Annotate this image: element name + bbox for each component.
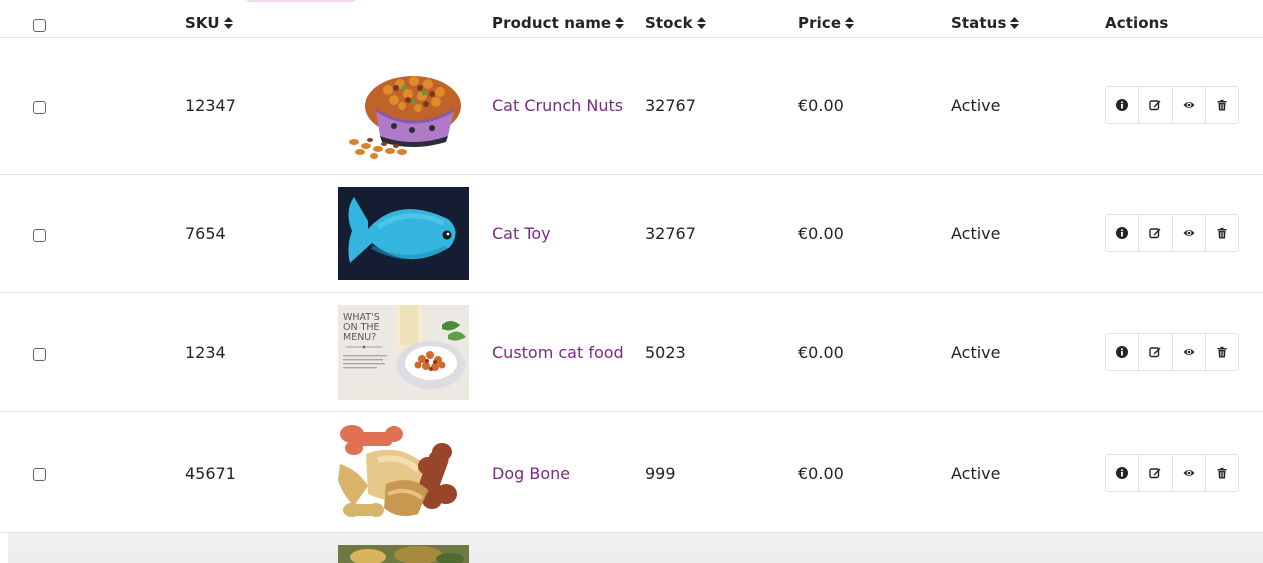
row-actions-group (1105, 214, 1239, 252)
view-button[interactable] (1173, 215, 1206, 251)
column-header-actions: Actions (1105, 14, 1168, 32)
cat-food-bowl-image (338, 48, 469, 163)
delete-button[interactable] (1206, 215, 1238, 251)
delete-button[interactable] (1206, 455, 1238, 491)
edit-icon (1149, 228, 1161, 239)
row-sku: 12347 (185, 96, 236, 115)
table-header: SKU Product name Stock Price Status Acti… (0, 0, 1263, 38)
dog-treats-image (338, 424, 469, 521)
sort-icon (223, 17, 233, 29)
menu-card-image: WHAT'S ON THE MENU? (338, 305, 469, 400)
row-price: €0.00 (798, 96, 844, 115)
column-header-stock[interactable]: Stock (645, 14, 706, 32)
info-icon (1116, 346, 1129, 358)
edit-button[interactable] (1139, 215, 1173, 251)
row-checkbox[interactable] (33, 468, 46, 481)
row-price: €0.00 (798, 464, 844, 483)
eye-icon (1183, 349, 1195, 355)
select-all-checkbox[interactable] (33, 19, 46, 32)
row-stock: 32767 (645, 224, 696, 243)
trash-icon (1217, 227, 1227, 239)
edit-icon (1149, 347, 1161, 358)
column-label-price: Price (798, 14, 842, 32)
row-stock: 5023 (645, 343, 686, 362)
partial-product-image (338, 545, 469, 563)
product-name-link[interactable]: Cat Toy (492, 224, 551, 243)
edit-button[interactable] (1139, 87, 1173, 123)
column-label-stock: Stock (645, 14, 693, 32)
column-label-actions: Actions (1105, 14, 1169, 32)
delete-button[interactable] (1206, 87, 1238, 123)
scroll-overlay (8, 533, 1263, 563)
info-icon (1116, 227, 1129, 239)
sort-icon (615, 17, 625, 29)
product-name-link[interactable]: Custom cat food (492, 343, 624, 362)
edit-button[interactable] (1139, 455, 1173, 491)
sort-icon (1010, 17, 1020, 29)
view-button[interactable] (1173, 455, 1206, 491)
column-label-status: Status (951, 14, 1007, 32)
info-icon (1116, 467, 1129, 479)
product-name-link[interactable]: Cat Crunch Nuts (492, 96, 623, 115)
column-header-price[interactable]: Price (798, 14, 855, 32)
view-button[interactable] (1173, 334, 1206, 370)
row-stock: 999 (645, 464, 676, 483)
sort-icon (845, 17, 855, 29)
row-price: €0.00 (798, 224, 844, 243)
column-header-status[interactable]: Status (951, 14, 1020, 32)
product-name-link[interactable]: Dog Bone (492, 464, 570, 483)
edit-icon (1149, 100, 1161, 111)
eye-icon (1183, 230, 1195, 236)
delete-button[interactable] (1206, 334, 1238, 370)
row-status: Active (951, 343, 1001, 362)
row-status: Active (951, 96, 1001, 115)
row-stock: 32767 (645, 96, 696, 115)
row-sku: 7654 (185, 224, 226, 243)
info-button[interactable] (1106, 215, 1140, 251)
eye-icon (1183, 470, 1195, 476)
row-status: Active (951, 464, 1001, 483)
edit-button[interactable] (1139, 334, 1173, 370)
table-row: 7654 Cat Toy 32767 €0.00 Active (0, 175, 1263, 293)
eye-icon (1183, 102, 1195, 108)
table-row: 12347 Cat Crunch Nuts 32767 €0.00 Active (0, 37, 1263, 175)
table-row: 45671 Dog Bone 999 €0.00 Active (0, 412, 1263, 533)
row-sku: 45671 (185, 464, 236, 483)
trash-icon (1217, 467, 1227, 479)
row-checkbox[interactable] (33, 101, 46, 114)
table-row: 1234 WHAT'S ON THE MENU? Custom cat food… (0, 293, 1263, 412)
row-actions-group (1105, 454, 1239, 492)
row-sku: 1234 (185, 343, 226, 362)
trash-icon (1217, 346, 1227, 358)
row-actions-group (1105, 86, 1239, 124)
info-icon (1116, 99, 1129, 111)
view-button[interactable] (1173, 87, 1206, 123)
row-checkbox[interactable] (33, 348, 46, 361)
column-label-product-name: Product name (492, 14, 612, 32)
column-header-sku[interactable]: SKU (185, 14, 233, 32)
column-header-product-name[interactable]: Product name (492, 14, 625, 32)
info-button[interactable] (1106, 455, 1140, 491)
row-price: €0.00 (798, 343, 844, 362)
trash-icon (1217, 99, 1227, 111)
row-checkbox[interactable] (33, 229, 46, 242)
row-actions-group (1105, 333, 1239, 371)
row-status: Active (951, 224, 1001, 243)
sort-icon (696, 17, 706, 29)
info-button[interactable] (1106, 334, 1140, 370)
menu-card-line: MENU? (343, 332, 376, 343)
column-label-sku: SKU (185, 14, 220, 32)
edit-icon (1149, 468, 1161, 479)
info-button[interactable] (1106, 87, 1140, 123)
blue-fish-toy-image (338, 187, 469, 280)
